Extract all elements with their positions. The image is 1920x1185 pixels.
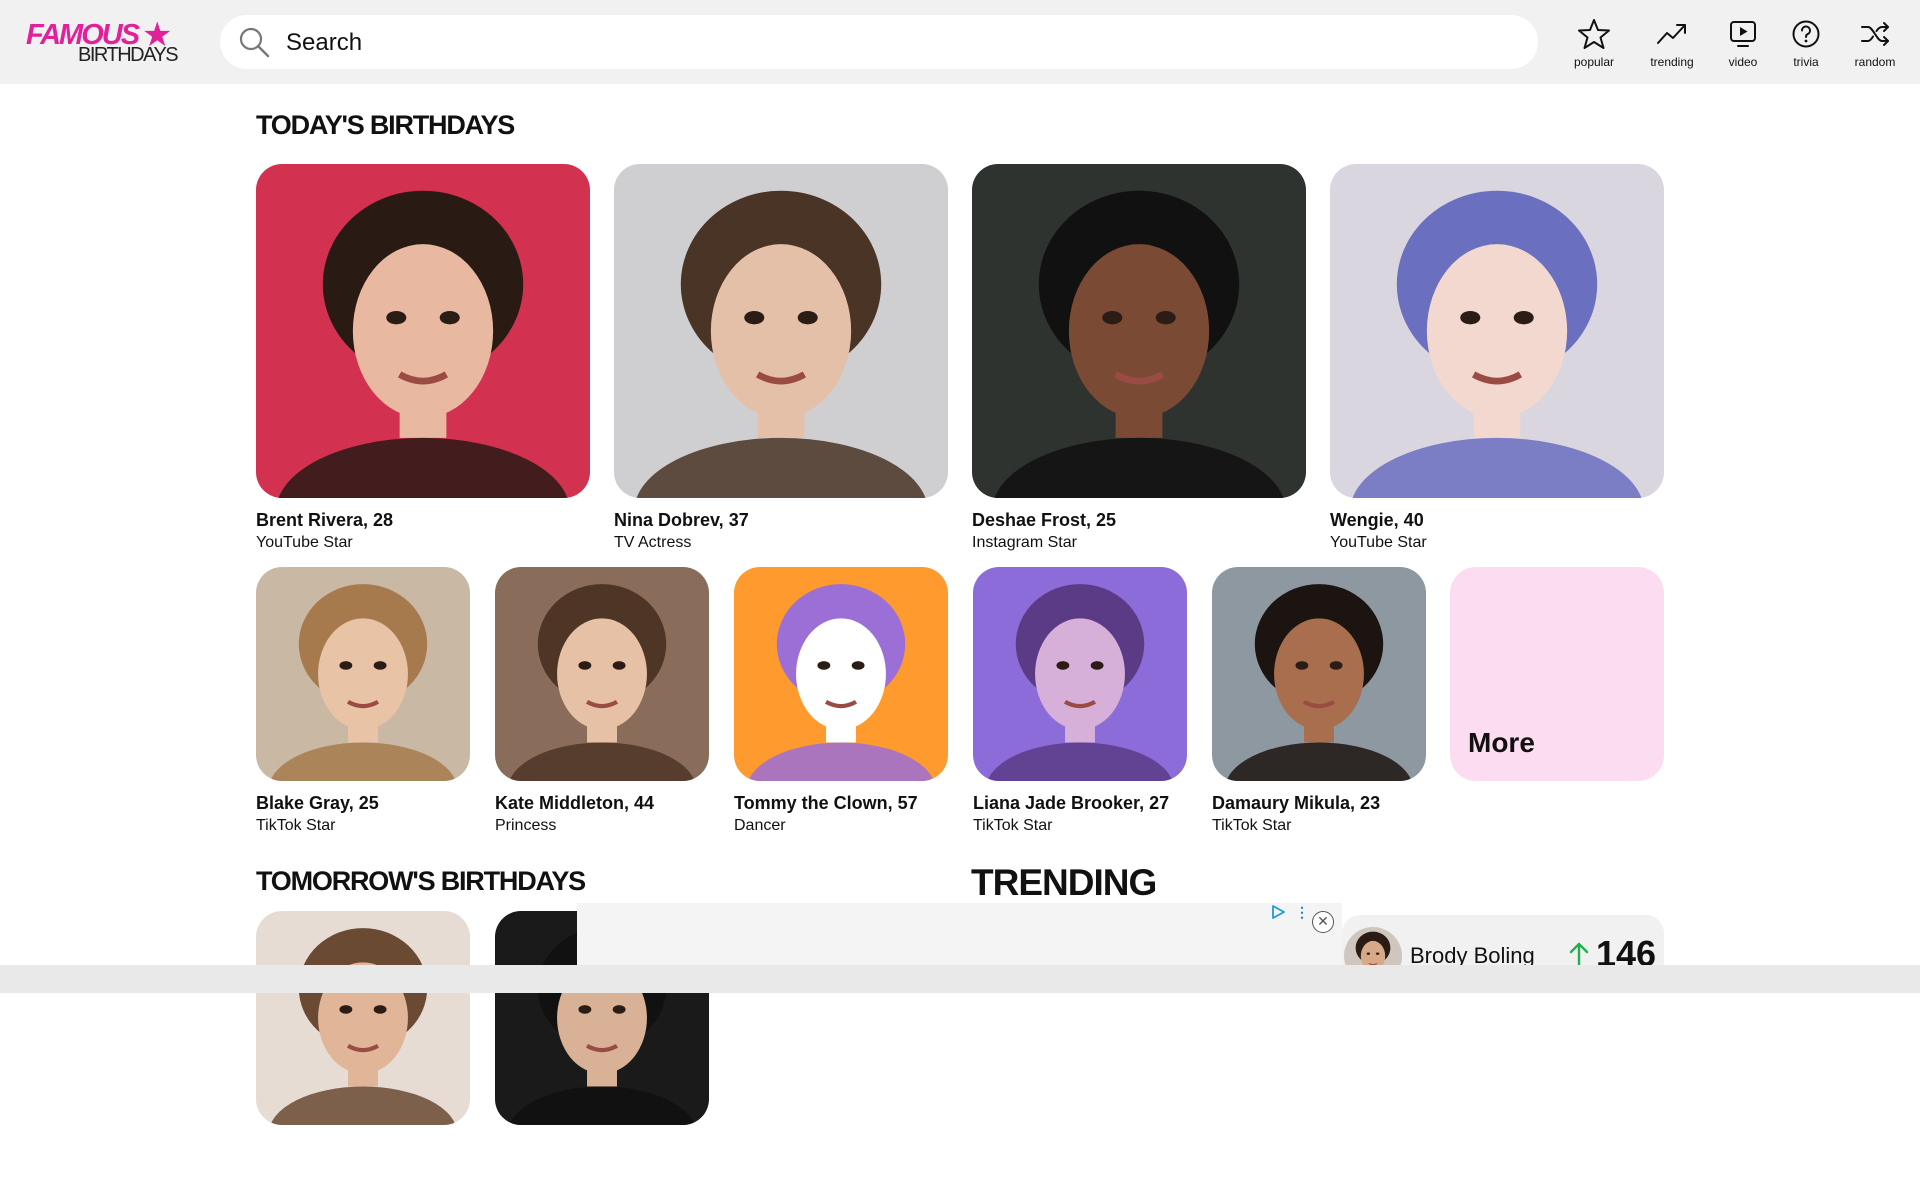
celebrity-photo (256, 567, 470, 781)
nav-trending[interactable]: trending (1637, 16, 1707, 72)
site-header: FAMOUS ★ BIRTHDAYS popular trending vide… (0, 0, 1920, 84)
celebrity-photo (973, 567, 1187, 781)
celebrity-name: Nina Dobrev, 37 (614, 510, 749, 530)
trending-heading: TRENDING (971, 862, 1157, 903)
logo-birthdays-text: BIRTHDAYS (78, 44, 179, 66)
portrait-image (1212, 567, 1426, 781)
nav-random[interactable]: random (1840, 16, 1910, 72)
celebrity-profession: TikTok Star (256, 817, 336, 834)
birthday-card[interactable]: Brent Rivera, 28 YouTube Star (256, 164, 590, 558)
nav-popular[interactable]: popular (1559, 16, 1629, 72)
ad-menu-icon[interactable]: ⋮ (1295, 905, 1309, 919)
celebrity-profession: YouTube Star (1330, 534, 1427, 551)
more-label: More (1468, 727, 1535, 758)
celebrity-photo (256, 911, 470, 1125)
birthday-card[interactable]: Tommy the Clown, 57 Dancer (734, 567, 948, 841)
nav-trending-label: trending (1650, 55, 1694, 69)
celebrity-photo (1330, 164, 1664, 498)
nav-video-label: video (1728, 55, 1758, 69)
celebrity-profession: Princess (495, 817, 557, 834)
star-icon (1578, 19, 1610, 49)
ad-close-button[interactable]: ✕ (1312, 911, 1334, 933)
portrait-image (256, 567, 470, 781)
celebrity-profession: YouTube Star (256, 534, 353, 551)
birthday-card[interactable]: Liana Jade Brooker, 27 TikTok Star (973, 567, 1187, 841)
celebrity-profession: Dancer (734, 817, 786, 834)
birthday-card[interactable]: Wengie, 40 YouTube Star (1330, 164, 1664, 558)
bottom-bar (0, 965, 1920, 993)
portrait-image (972, 164, 1306, 498)
celebrity-photo (495, 567, 709, 781)
birthday-card[interactable]: Nina Dobrev, 37 TV Actress (614, 164, 948, 558)
celebrity-name: Liana Jade Brooker, 27 (973, 793, 1170, 813)
portrait-image (973, 567, 1187, 781)
celebrity-name: Damaury Mikula, 23 (1212, 793, 1381, 813)
question-icon (1792, 20, 1820, 48)
birthday-card[interactable]: Blake Gray, 25 TikTok Star (256, 567, 470, 841)
celebrity-profession: TV Actress (614, 534, 692, 551)
nav-random-label: random (1854, 55, 1896, 69)
site-logo[interactable]: FAMOUS ★ BIRTHDAYS (26, 18, 179, 66)
ad-choices-icon[interactable] (1271, 905, 1285, 919)
trending-icon (1657, 24, 1686, 44)
celebrity-photo (972, 164, 1306, 498)
celebrity-photo (734, 567, 948, 781)
birthday-card[interactable] (256, 911, 470, 1185)
celebrity-profession: TikTok Star (973, 817, 1053, 834)
nav-trivia-label: trivia (1793, 55, 1819, 69)
arrow-up-icon (1569, 942, 1589, 967)
birthday-card[interactable]: Kate Middleton, 44 Princess (495, 567, 709, 841)
tomorrows-birthdays-heading: TOMORROW'S BIRTHDAYS (256, 866, 586, 896)
celebrity-photo (614, 164, 948, 498)
portrait-image (495, 567, 709, 781)
celebrity-profession: TikTok Star (1212, 817, 1292, 834)
birthday-card[interactable]: Deshae Frost, 25 Instagram Star (972, 164, 1306, 558)
portrait-image (734, 567, 948, 781)
celebrity-photo (1212, 567, 1426, 781)
celebrity-name: Kate Middleton, 44 (495, 793, 655, 813)
celebrity-name: Brent Rivera, 28 (256, 510, 394, 530)
more-birthdays-button[interactable]: More (1450, 567, 1664, 781)
nav-trivia[interactable]: trivia (1771, 16, 1841, 72)
portrait-image (256, 164, 590, 498)
celebrity-name: Blake Gray, 25 (256, 793, 379, 813)
search-input[interactable] (284, 21, 1518, 65)
celebrity-name: Tommy the Clown, 57 (734, 793, 918, 813)
search-icon (239, 27, 270, 58)
celebrity-name: Wengie, 40 (1330, 510, 1424, 530)
todays-birthdays-heading: TODAY'S BIRTHDAYS (256, 110, 515, 140)
nav-video[interactable]: video (1708, 16, 1778, 72)
shuffle-icon (1861, 22, 1889, 46)
celebrity-profession: Instagram Star (972, 534, 1077, 551)
search-bar[interactable] (220, 15, 1538, 69)
celebrity-name: Deshae Frost, 25 (972, 510, 1117, 530)
nav-popular-label: popular (1573, 55, 1615, 69)
birthday-card[interactable]: Damaury Mikula, 23 TikTok Star (1212, 567, 1426, 841)
celebrity-photo (256, 164, 590, 498)
portrait-image (1330, 164, 1664, 498)
video-icon (1730, 21, 1756, 47)
portrait-image (256, 911, 470, 1125)
portrait-image (614, 164, 948, 498)
